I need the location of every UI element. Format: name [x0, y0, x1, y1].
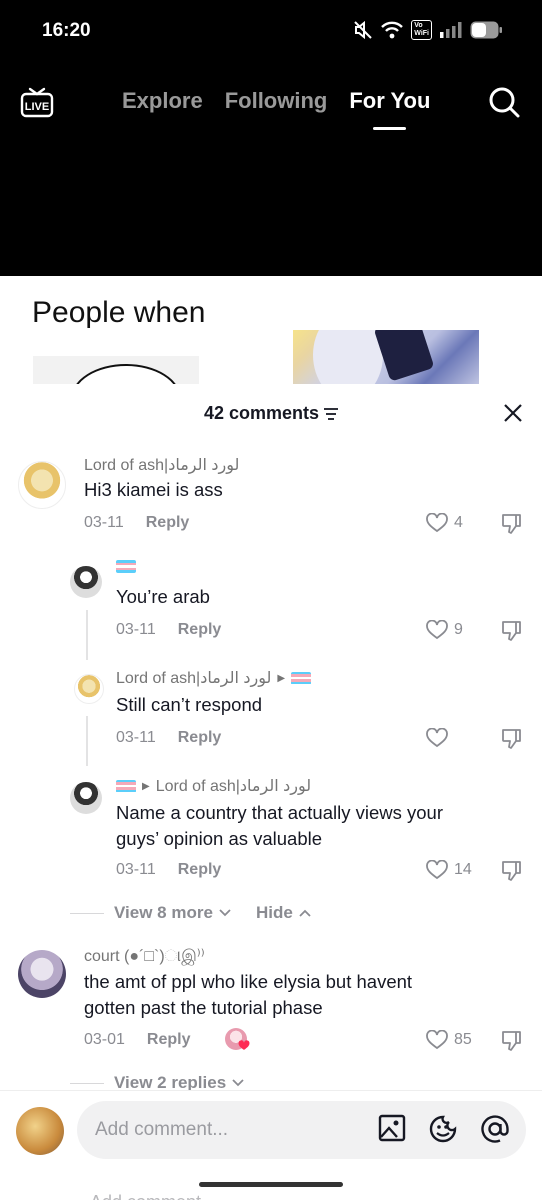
comment-meta: 03-01 Reply [84, 1031, 191, 1049]
comment-username[interactable]: court (●´□`)ાஇ⁾⁾ [84, 946, 205, 967]
view-more-button[interactable]: View 8 more [114, 903, 231, 923]
avatar[interactable] [70, 782, 102, 814]
comment-text: You’re arab [116, 586, 210, 607]
comment-text: the amt of ppl who like elysia but haven… [84, 971, 413, 1018]
video-preview[interactable]: People when [0, 276, 542, 386]
dislike-icon[interactable] [500, 727, 524, 751]
comment-username[interactable]: Lord of ash|لورد الرماد [84, 455, 239, 475]
image-icon[interactable] [378, 1114, 406, 1142]
mute-icon [354, 20, 372, 40]
thread-line [86, 610, 88, 660]
chevron-down-icon [232, 1079, 244, 1087]
avatar[interactable] [74, 674, 104, 704]
vowifi-icon: Vo WiFi [411, 20, 432, 40]
heart-icon [426, 728, 448, 748]
comment-meta: 03-11 Reply [116, 621, 221, 639]
dislike-icon[interactable] [500, 1029, 524, 1053]
comment-input-placeholder: Add comment... [95, 1119, 229, 1140]
comment-username[interactable] [116, 560, 136, 573]
divider [70, 1083, 104, 1084]
dislike-icon[interactable] [500, 619, 524, 643]
video-caption: People when [32, 296, 206, 329]
comment-date: 03-11 [116, 861, 156, 878]
comment-text: Still can’t respond [116, 694, 263, 715]
home-indicator[interactable] [199, 1182, 343, 1187]
comment-username[interactable]: ▶ Lord of ash|لورد الرماد [116, 776, 311, 796]
heart-icon [426, 1030, 448, 1050]
dislike-icon[interactable] [500, 512, 524, 536]
wifi-icon [381, 21, 404, 39]
comment-meta: 03-11 Reply [116, 861, 221, 879]
search-icon[interactable] [488, 86, 520, 118]
trans-flag-icon [116, 779, 136, 793]
like-button[interactable]: 85 [426, 1030, 472, 1050]
live-icon[interactable]: LIVE [20, 86, 54, 120]
creator-heart-icon [238, 1040, 250, 1050]
reply-button[interactable]: Reply [178, 621, 222, 639]
status-icons: Vo WiFi [353, 20, 502, 40]
heart-icon [426, 620, 448, 640]
reply-button[interactable]: Reply [147, 1031, 191, 1049]
hide-button[interactable]: Hide [256, 903, 311, 923]
reply-button[interactable]: Reply [178, 861, 222, 879]
top-bar: 16:20 Vo WiFi LIVE Explore Following For… [0, 0, 542, 276]
emoji-icon[interactable] [428, 1114, 458, 1144]
comment-date: 03-11 [84, 514, 124, 531]
comment-count: 42 comments [0, 403, 542, 424]
like-count: 14 [454, 861, 472, 878]
video-image-sketch [33, 356, 199, 386]
divider [70, 913, 104, 914]
bottom-strip: Add comment [0, 1170, 542, 1200]
thread-line [86, 716, 88, 766]
chevron-up-icon [299, 909, 311, 917]
video-image-anime [293, 330, 479, 386]
reply-button[interactable]: Reply [146, 514, 190, 532]
signal-icon [440, 22, 462, 38]
nav-tabs: Explore Following For You [122, 88, 430, 130]
heart-icon [426, 513, 448, 533]
trans-flag-icon [291, 671, 312, 685]
tab-explore[interactable]: Explore [122, 88, 203, 114]
filter-icon[interactable] [324, 408, 339, 420]
comment-meta: 03-11 Reply [84, 514, 189, 532]
avatar[interactable] [18, 461, 66, 509]
like-count: 4 [454, 514, 463, 531]
comment-input[interactable]: Add comment... [77, 1101, 526, 1159]
close-icon[interactable] [503, 403, 523, 423]
trans-flag-icon [116, 560, 136, 573]
comment-username[interactable]: Lord of ash|لورد الرماد ▶ [116, 668, 312, 688]
mention-icon[interactable] [480, 1114, 510, 1144]
comment-date: 03-11 [116, 729, 156, 746]
comments-header: 42 comments [0, 384, 542, 442]
comment-date: 03-01 [84, 1031, 125, 1048]
avatar[interactable] [18, 950, 66, 998]
comments-sheet: 42 comments Lord of ash|لورد الرماد Hi3 … [0, 384, 542, 1200]
comment-input-bar: Add comment... [0, 1090, 542, 1170]
live-label: LIVE [25, 101, 49, 113]
comment-meta: 03-11 Reply [116, 729, 221, 747]
reply-arrow-icon: ▶ [277, 672, 286, 684]
dislike-icon[interactable] [500, 859, 524, 883]
reply-arrow-icon: ▶ [142, 780, 150, 792]
avatar[interactable] [70, 566, 102, 598]
ghost-input-text: Add comment [90, 1192, 201, 1200]
like-count: 9 [454, 621, 463, 638]
battery-icon [470, 21, 502, 39]
reply-button[interactable]: Reply [178, 729, 222, 747]
avatar [16, 1107, 64, 1155]
input-icons [378, 1114, 510, 1144]
comment-date: 03-11 [116, 621, 156, 638]
like-button[interactable]: 4 [426, 513, 463, 533]
status-time: 16:20 [42, 20, 91, 41]
like-button[interactable] [426, 728, 448, 748]
comment-text: Hi3 kiamei is ass [84, 479, 223, 500]
like-button[interactable]: 14 [426, 860, 472, 880]
tab-following[interactable]: Following [225, 88, 328, 114]
comment-text: Name a country that actually views your … [116, 802, 443, 849]
like-button[interactable]: 9 [426, 620, 463, 640]
heart-icon [426, 860, 448, 880]
tab-for-you[interactable]: For You [349, 88, 430, 130]
like-count: 85 [454, 1031, 472, 1048]
chevron-down-icon [219, 909, 231, 917]
